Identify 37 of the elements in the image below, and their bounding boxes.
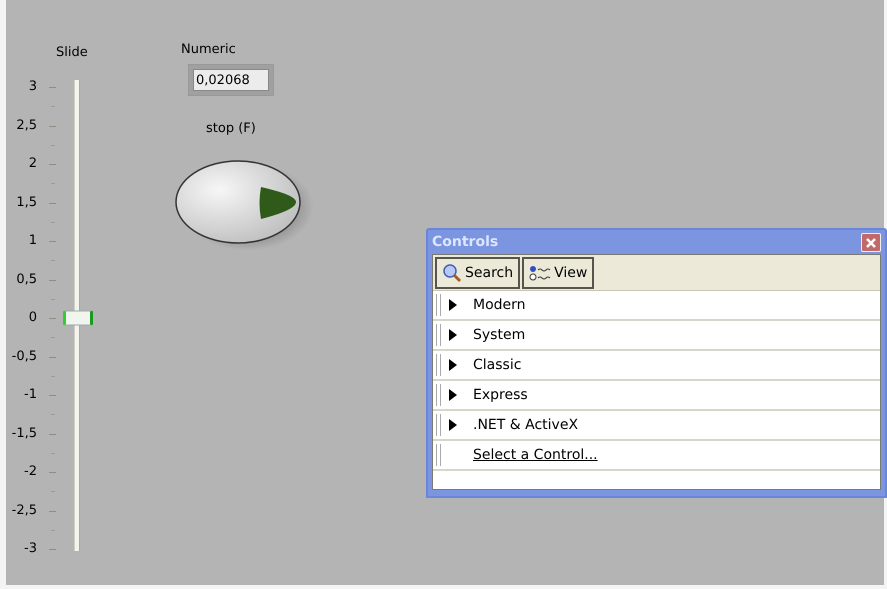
tick-label: 1 xyxy=(28,233,37,249)
palette-category[interactable]: Modern xyxy=(473,294,526,316)
tick-label: -0,5 xyxy=(12,348,37,364)
expand-arrow-icon xyxy=(449,389,457,401)
tick-label: -2 xyxy=(24,464,37,480)
window-title: Controls xyxy=(432,234,498,250)
list-icon xyxy=(529,265,552,281)
tick-label: 0 xyxy=(28,310,37,326)
palette-category[interactable]: Classic xyxy=(473,354,522,376)
tick-label: -1 xyxy=(24,387,37,403)
close-button[interactable] xyxy=(861,233,881,252)
tick-label: 1,5 xyxy=(16,194,37,210)
search-button[interactable]: Search xyxy=(435,257,520,289)
tick-label: -1,5 xyxy=(12,426,37,442)
expand-arrow-icon xyxy=(449,359,457,371)
tick-label: 0,5 xyxy=(16,272,37,288)
expand-arrow-icon xyxy=(449,329,457,341)
palette-category[interactable]: System xyxy=(473,324,526,346)
expand-arrow-icon xyxy=(449,419,457,431)
close-icon xyxy=(865,236,877,248)
button-label: stop (F) xyxy=(206,120,256,138)
numeric-field[interactable]: 0,02068 xyxy=(188,64,274,96)
expand-arrow-icon xyxy=(449,299,457,311)
palette-category[interactable]: Express xyxy=(473,384,528,406)
numeric-label: Numeric xyxy=(181,41,236,59)
tick-label: 2,5 xyxy=(16,118,37,134)
tick-label: 3 xyxy=(28,79,37,95)
tick-label: 2 xyxy=(28,156,37,172)
view-button[interactable]: View xyxy=(522,257,594,289)
slider-thumb[interactable] xyxy=(63,310,93,326)
tick-label: -2,5 xyxy=(12,502,37,518)
slider-label: Slide xyxy=(56,44,88,62)
stop-button[interactable] xyxy=(175,160,314,251)
palette-category[interactable]: .NET & ActiveX xyxy=(473,414,578,436)
tick-label: -3 xyxy=(24,541,37,557)
select-control-link[interactable]: Select a Control... xyxy=(473,444,598,466)
search-icon xyxy=(442,263,462,283)
